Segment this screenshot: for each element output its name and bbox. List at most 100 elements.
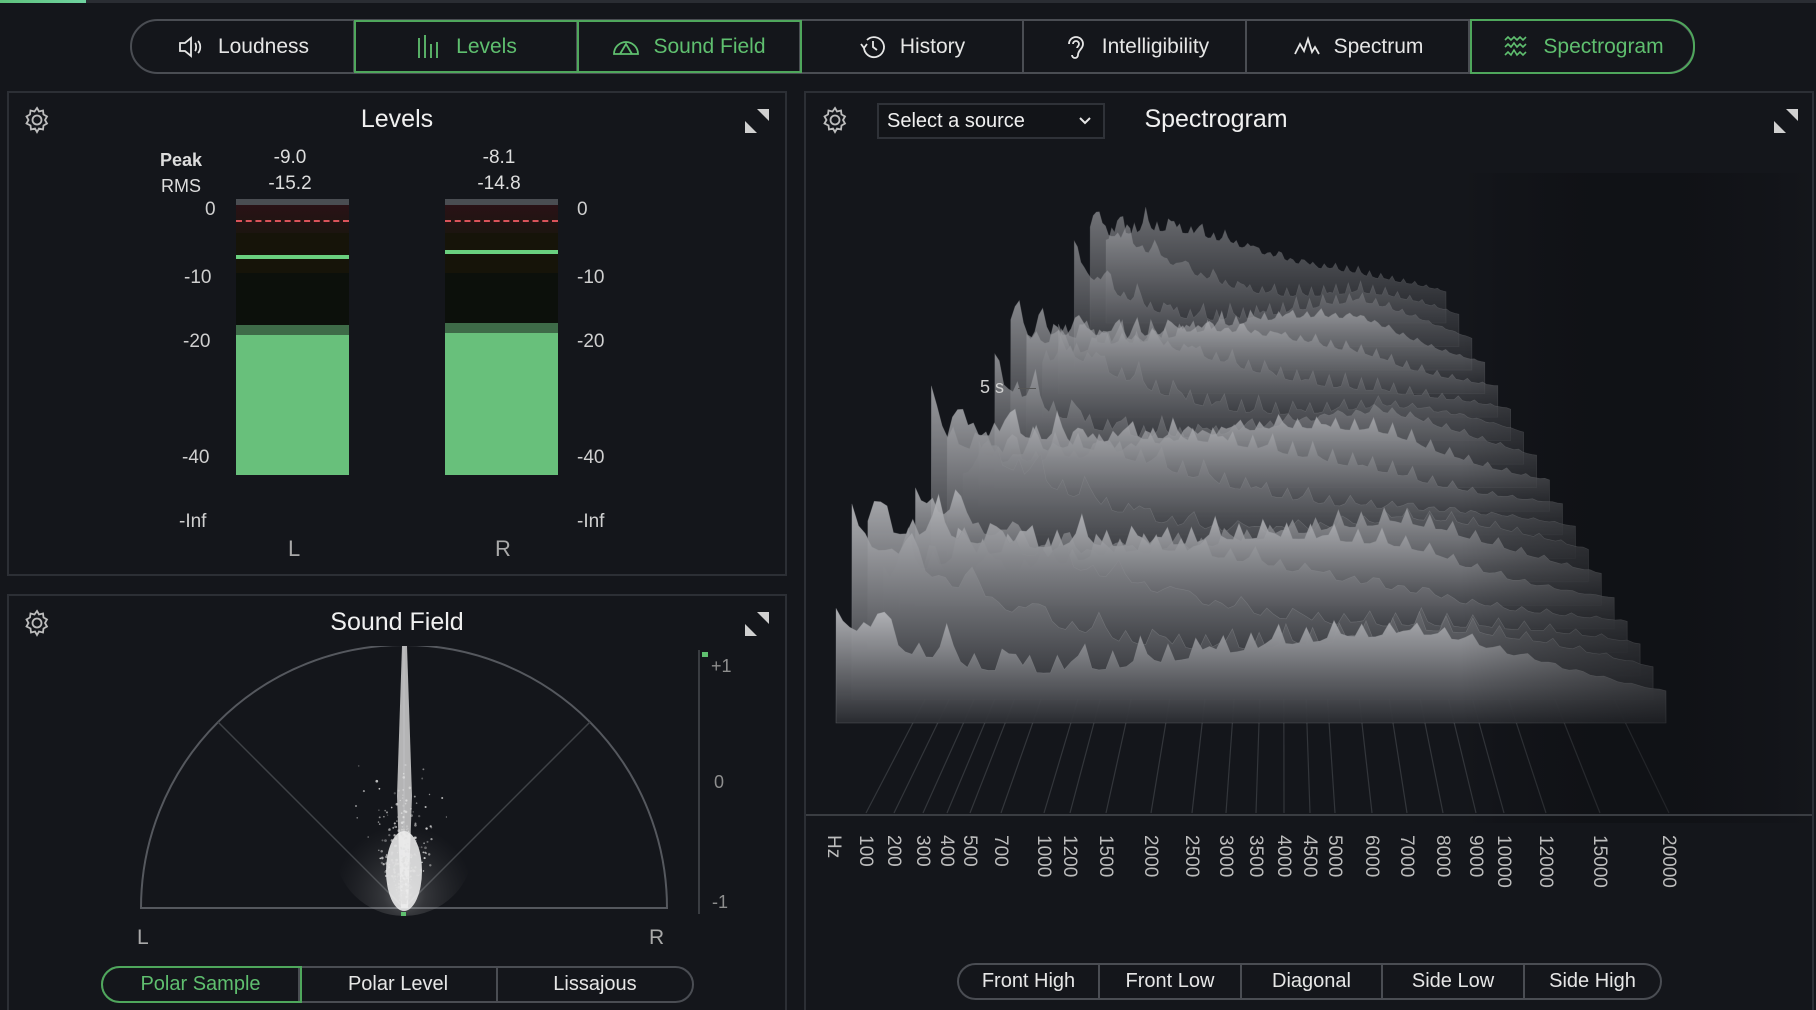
- expand-icon[interactable]: [1772, 107, 1800, 135]
- sample-point: [387, 883, 390, 886]
- view-side-high[interactable]: Side High: [1525, 965, 1660, 998]
- sample-point: [398, 883, 402, 886]
- sample-point: [401, 825, 404, 828]
- sample-point: [404, 802, 407, 805]
- frequency-tick-label: 4500: [1299, 835, 1320, 878]
- sample-point: [404, 850, 407, 853]
- meter-clip-zone: [236, 205, 349, 233]
- sound-field-panel: Sound Field L R +1 0 -1 Polar Sample Pol…: [7, 594, 787, 1010]
- sample-point: [418, 814, 421, 818]
- view-diagonal[interactable]: Diagonal: [1242, 965, 1383, 998]
- sample-point: [408, 861, 411, 865]
- sample-point: [427, 853, 431, 856]
- sample-point: [405, 865, 408, 868]
- frequency-tick-label: 100: [855, 835, 876, 867]
- expand-icon[interactable]: [743, 107, 771, 135]
- sample-point: [404, 891, 407, 893]
- sample-point: [392, 827, 395, 829]
- sample-point: [405, 894, 409, 897]
- sample-point: [400, 834, 403, 836]
- mode-polar-level[interactable]: Polar Level: [300, 968, 498, 1001]
- sample-point: [396, 851, 399, 854]
- frequency-tick-label: 7000: [1396, 835, 1417, 878]
- frequency-tick-label: 2500: [1181, 835, 1202, 878]
- tab-history[interactable]: History: [801, 21, 1024, 72]
- sample-point: [428, 793, 431, 796]
- view-side-low[interactable]: Side Low: [1383, 965, 1525, 998]
- sample-point: [414, 866, 417, 869]
- peak-hold-line: [445, 249, 558, 254]
- tab-spectrogram[interactable]: Spectrogram: [1470, 19, 1695, 74]
- sample-point: [400, 876, 403, 879]
- sample-point: [399, 799, 401, 802]
- mode-polar-sample[interactable]: Polar Sample: [101, 966, 302, 1003]
- frequency-tick-label: 400: [936, 835, 957, 867]
- sample-point: [390, 839, 394, 842]
- sample-point: [404, 893, 406, 896]
- sample-point: [402, 898, 405, 900]
- mode-lissajous[interactable]: Lissajous: [498, 968, 692, 1001]
- sample-point: [414, 836, 417, 839]
- sample-point: [396, 891, 398, 894]
- sample-point: [406, 875, 410, 879]
- settings-gear-icon[interactable]: [820, 105, 850, 135]
- sample-point: [407, 848, 410, 851]
- sample-point: [401, 872, 405, 875]
- sample-point: [397, 789, 400, 792]
- frequency-tick-label: 1500: [1095, 835, 1116, 878]
- sample-point: [381, 839, 384, 842]
- tab-sound-field[interactable]: Sound Field: [577, 20, 802, 73]
- sample-point: [402, 896, 404, 898]
- sample-point: [393, 865, 396, 868]
- tab-levels[interactable]: Levels: [354, 20, 579, 73]
- tab-loudness[interactable]: Loudness: [132, 21, 355, 72]
- frequency-tick-label: 700: [990, 835, 1011, 867]
- sample-point: [399, 865, 402, 868]
- sample-point: [430, 826, 433, 829]
- sample-point: [423, 842, 425, 845]
- spectrogram-3d-view: [806, 173, 1812, 823]
- meter-warn-zone: [236, 233, 349, 273]
- sample-point: [403, 869, 406, 872]
- meter-clip-zone: [445, 205, 558, 233]
- view-front-low[interactable]: Front Low: [1100, 965, 1242, 998]
- sample-point: [402, 859, 405, 862]
- sample-point: [380, 856, 384, 860]
- sample-point: [390, 806, 393, 809]
- frequency-tick-label: 3500: [1245, 835, 1266, 878]
- sample-point: [445, 816, 448, 818]
- sample-point: [412, 811, 414, 813]
- view-front-high[interactable]: Front High: [959, 965, 1100, 998]
- sample-point: [418, 846, 420, 848]
- scale-tick: -20: [577, 331, 605, 352]
- left-level-meter: [236, 199, 349, 475]
- sample-point: [411, 892, 413, 895]
- sample-point: [406, 887, 409, 890]
- peak-label: Peak: [160, 150, 203, 170]
- rms-fill: [445, 332, 558, 475]
- sample-point: [378, 816, 381, 819]
- sample-point: [396, 816, 399, 818]
- sample-point: [397, 849, 400, 852]
- tab-intelligibility[interactable]: Intelligibility: [1024, 21, 1247, 72]
- tab-label: Sound Field: [653, 34, 766, 58]
- frequency-tick-label: 300: [912, 835, 933, 867]
- sample-point: [392, 861, 395, 864]
- sample-point: [406, 857, 409, 859]
- sample-point: [362, 790, 365, 793]
- level-bars-icon: [418, 34, 439, 58]
- sample-point: [403, 897, 406, 899]
- sample-point: [421, 777, 424, 780]
- tab-spectrum[interactable]: Spectrum: [1247, 21, 1470, 72]
- scale-tick: 0: [577, 199, 588, 220]
- expand-icon[interactable]: [743, 610, 771, 638]
- sample-point: [406, 880, 409, 884]
- sample-point: [393, 792, 396, 795]
- sample-point: [409, 875, 412, 878]
- sample-point: [378, 823, 381, 825]
- sample-point: [412, 869, 416, 873]
- panel-title: Spectrogram: [1144, 105, 1288, 133]
- tab-label: History: [899, 34, 966, 58]
- sample-point: [404, 895, 407, 897]
- sample-point: [398, 899, 401, 902]
